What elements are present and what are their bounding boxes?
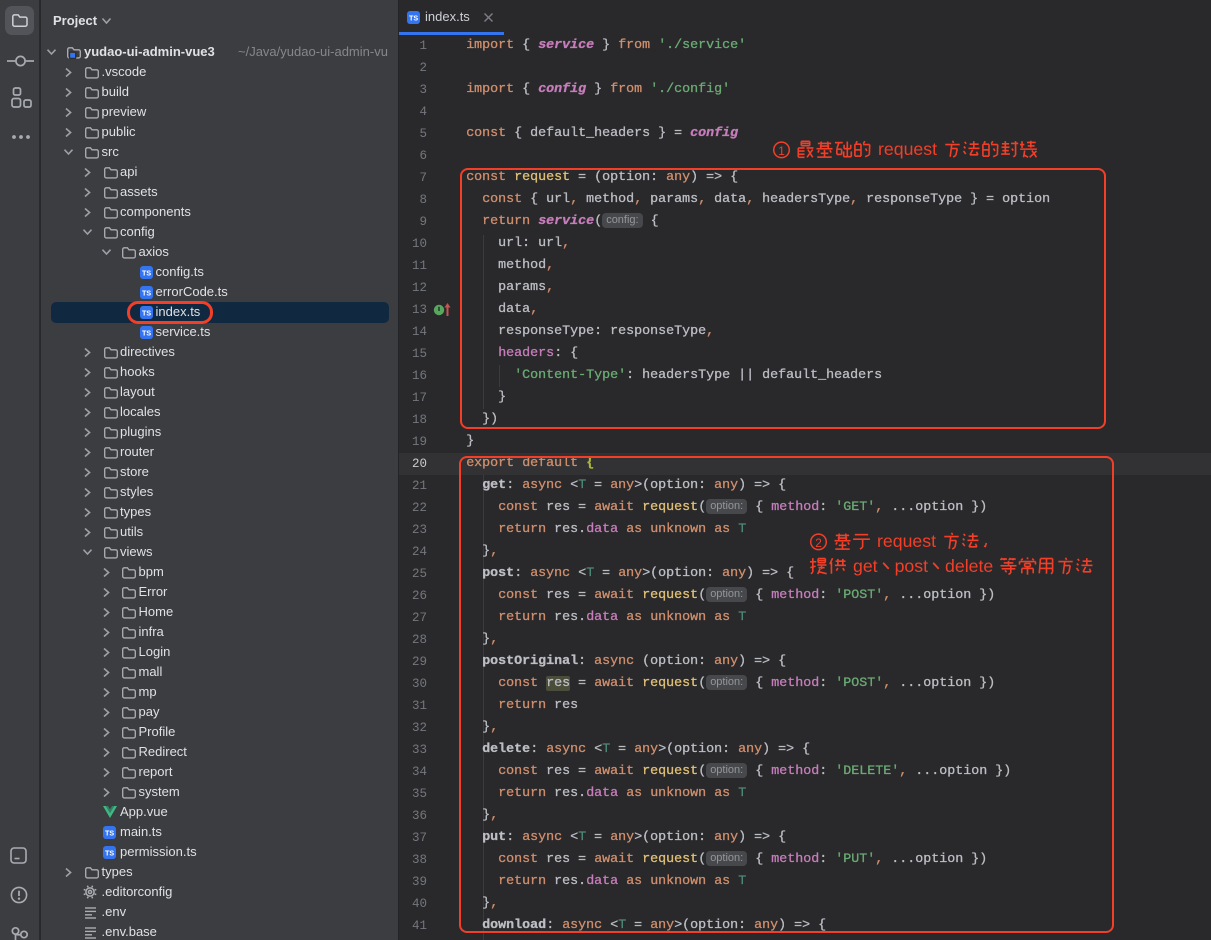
svg-text:TS: TS: [142, 288, 151, 297]
svg-text:TS: TS: [105, 828, 114, 837]
svg-text:TS: TS: [142, 268, 151, 277]
svg-text:2: 2: [815, 537, 822, 550]
svg-text:TS: TS: [105, 848, 114, 857]
svg-text:TS: TS: [409, 14, 418, 23]
svg-text:TS: TS: [142, 328, 151, 337]
svg-text:1: 1: [778, 145, 785, 158]
